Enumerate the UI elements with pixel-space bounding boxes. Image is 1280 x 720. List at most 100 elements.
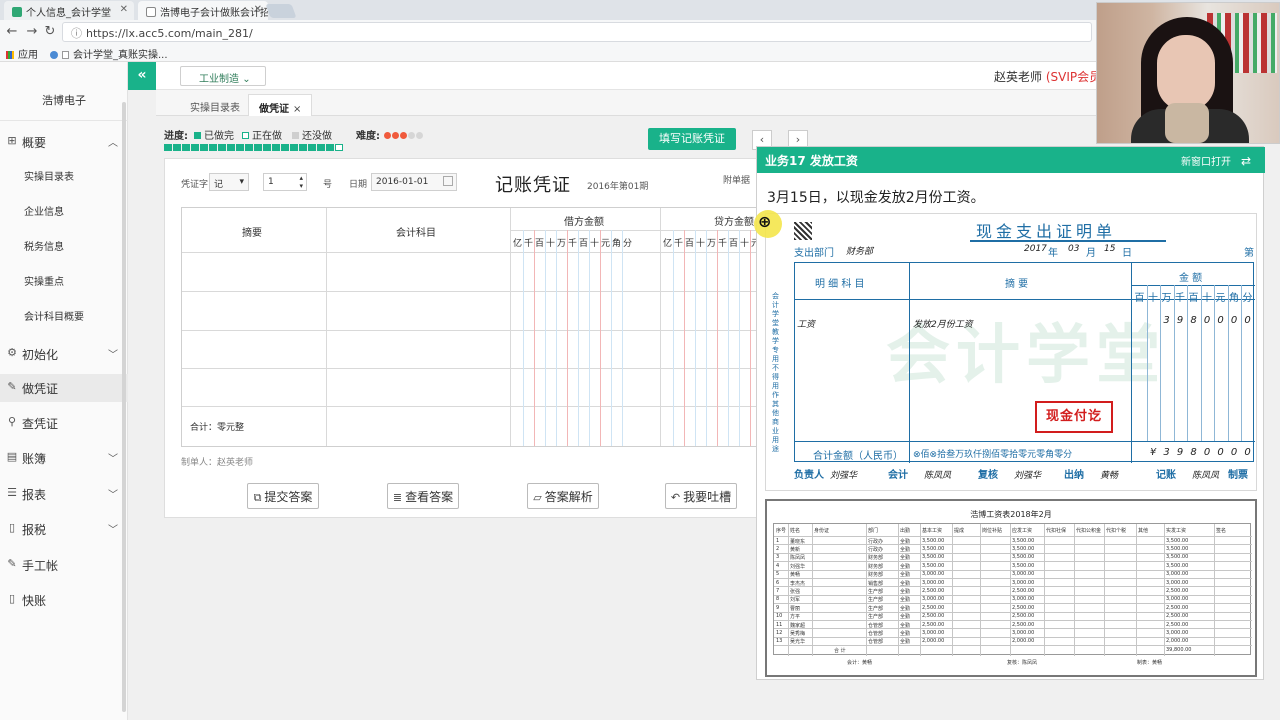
nav-quick[interactable]: ▯ 快账	[0, 586, 128, 614]
answer-analysis-button[interactable]: ▱ 答案解析	[527, 483, 599, 509]
total-amount-digit: 9	[1176, 447, 1184, 458]
button-label: 提交答案	[264, 490, 313, 504]
col-debit: 借方金额	[564, 217, 604, 228]
close-tab-icon[interactable]: ✕	[254, 4, 262, 15]
col-amount: 金 额	[1179, 273, 1203, 284]
nav-tax[interactable]: ▯ 报税 ﹀	[0, 515, 128, 543]
back-icon[interactable]: ←	[4, 24, 20, 40]
close-tab-icon[interactable]: ✕	[120, 4, 128, 15]
divider	[0, 120, 128, 121]
voucher-type-select[interactable]: 记 ▾	[209, 173, 249, 191]
browser-tab-voucher[interactable]: 浩博电子会计做账会计招 ✕	[138, 1, 268, 20]
address-bar: ← → ↻ ⓘ https://lx.acc5.com/main_281/	[0, 20, 1280, 44]
signer-name: 刘强华	[830, 471, 858, 481]
payroll-cell: 仓管部	[868, 622, 884, 629]
payroll-cell: 3,500.00	[1166, 545, 1189, 552]
number-suffix: 号	[323, 180, 333, 190]
stepper-icon[interactable]: ▴ ▾	[299, 174, 303, 190]
nav-label: 快账	[22, 594, 47, 608]
tab-catalog[interactable]: 实操目录表	[180, 94, 250, 116]
nav-manual[interactable]: ✎ 手工帐	[0, 551, 128, 579]
digit-grid-line	[1227, 285, 1229, 441]
user-info[interactable]: 赵英老师 (SVIP会员	[994, 68, 1101, 85]
close-icon[interactable]: ×	[293, 104, 301, 115]
signer-label: 记账	[1156, 470, 1176, 481]
total-label: 合计金额（人民币）	[813, 451, 903, 462]
payroll-header-cell: 实发工资	[1166, 528, 1187, 534]
date-label: 日期	[349, 180, 368, 190]
credit-digit-header: 十	[739, 239, 749, 249]
submit-answer-button[interactable]: ⧉ 提交答案	[247, 483, 319, 509]
new-tab-button[interactable]	[265, 4, 297, 18]
nav-search-voucher[interactable]: ⚲ 查凭证	[0, 409, 128, 437]
month-suffix: 月	[1086, 248, 1096, 259]
payroll-sheet[interactable]: 浩博工资表2018年2月 序号 姓名 身份证 部门 出勤 基本工资 提成 岗位补贴 应发工资 代扣…	[765, 499, 1257, 677]
browser-tabbar: 个人信息_会计学堂 ✕ 浩博电子会计做账会计招 ✕	[0, 0, 1280, 20]
digit-grid-line	[556, 230, 557, 446]
nav-make-voucher[interactable]: ✎ 做凭证	[0, 374, 128, 402]
nav-label: 手工帐	[22, 559, 59, 573]
nav-ledger[interactable]: ▤ 账簿 ﹀	[0, 444, 128, 472]
date-value: 2016-01-01	[376, 177, 429, 187]
voucher-number-input[interactable]: 1 ▴ ▾	[263, 173, 307, 191]
dept-value: 财务部	[846, 247, 874, 257]
payroll-cell: 2,500.00	[922, 621, 945, 628]
voucher-title: 记账凭证	[495, 175, 571, 196]
collapse-sidebar-button[interactable]: «	[128, 62, 156, 90]
payroll-cell: 全勤	[900, 630, 911, 637]
nav-label: 概要	[22, 136, 47, 150]
chevron-down-icon: ▾	[239, 177, 244, 187]
site-favicon-icon	[12, 7, 22, 17]
sidebar-scrollbar[interactable]	[122, 102, 126, 712]
industry-select[interactable]: 工业制造 ⌄	[180, 66, 266, 86]
swap-icon: ⇄	[1241, 154, 1252, 168]
bookmark-apps[interactable]: 应用	[6, 46, 38, 61]
nav-sub-key-points[interactable]: 实操重点	[24, 273, 64, 288]
forward-icon[interactable]: →	[24, 24, 40, 40]
debit-digit-header: 千	[523, 239, 533, 249]
open-new-window-button[interactable]: 新窗口打开 ⇄	[1181, 153, 1251, 168]
signer-label: 负责人	[794, 470, 824, 481]
payroll-cell: 全勤	[900, 546, 911, 553]
payroll-cell: 2,000.00	[922, 638, 945, 645]
calendar-icon[interactable]	[443, 176, 453, 186]
feedback-button[interactable]: ↶ 我要吐槽	[665, 483, 737, 509]
chevron-down-icon: ﹀	[108, 350, 118, 361]
date-input[interactable]: 2016-01-01	[371, 173, 457, 191]
payroll-footer-item: 会计：黄畅	[847, 660, 873, 666]
amount-digit-header: 元	[1215, 293, 1226, 304]
external-link-icon: ⧉	[253, 491, 262, 504]
nav-overview[interactable]: ⊞ 概要 ︿	[0, 128, 128, 156]
zoom-in-icon[interactable]: ⊕	[758, 212, 771, 231]
voucher-entry-table: 摘要 会计科目 借方金额 贷方金额 合计：零元整 亿千百十万千百十元角分亿千百十…	[181, 207, 759, 447]
progress-segment	[173, 144, 181, 151]
bookmark-site[interactable]: 会计学堂_真账实操...	[50, 46, 168, 61]
row-item: 工资	[797, 320, 816, 330]
legend-doing-label: 正在做	[252, 131, 282, 142]
nav-sub-tax-info[interactable]: 税务信息	[24, 238, 64, 253]
debit-digit-header: 亿	[512, 239, 522, 249]
nav-init[interactable]: ⚙ 初始化 ﹀	[0, 340, 128, 368]
progress-segment	[263, 144, 271, 151]
nav-sub-company-info[interactable]: 企业信息	[24, 203, 64, 218]
browser-tab-profile[interactable]: 个人信息_会计学堂 ✕	[4, 1, 134, 20]
payroll-header-cell: 代扣公积金	[1076, 528, 1102, 534]
nav-reports[interactable]: ☰ 报表 ﹀	[0, 480, 128, 508]
payroll-cell: 仓管部	[868, 639, 884, 646]
cash-expense-certificate[interactable]: 会计学堂 现金支出证明单 支出部门 财务部 2017 年 03 月 15 日 第…	[765, 213, 1257, 491]
progress-segment	[254, 144, 262, 151]
credit-digit-header: 千	[673, 239, 683, 249]
view-answer-button[interactable]: ≣ 查看答案	[387, 483, 459, 509]
fill-voucher-button[interactable]: 填写记账凭证	[648, 128, 736, 150]
nav-sub-accounts[interactable]: 会计科目概要	[24, 308, 84, 323]
tab-make-voucher[interactable]: 做凭证 ×	[248, 94, 313, 116]
file-icon: ▯	[8, 521, 16, 534]
voucher-period: 2016年第01期	[587, 182, 649, 192]
reload-icon[interactable]: ↻	[42, 24, 58, 40]
url-input[interactable]: ⓘ https://lx.acc5.com/main_281/	[62, 22, 1092, 42]
payroll-header-cell: 代扣社保	[1046, 528, 1067, 534]
nav-sub-catalog[interactable]: 实操目录表	[24, 168, 74, 183]
doing-swatch	[242, 132, 249, 139]
digit-grid-line	[717, 230, 718, 446]
nav-label: 报税	[22, 523, 47, 537]
